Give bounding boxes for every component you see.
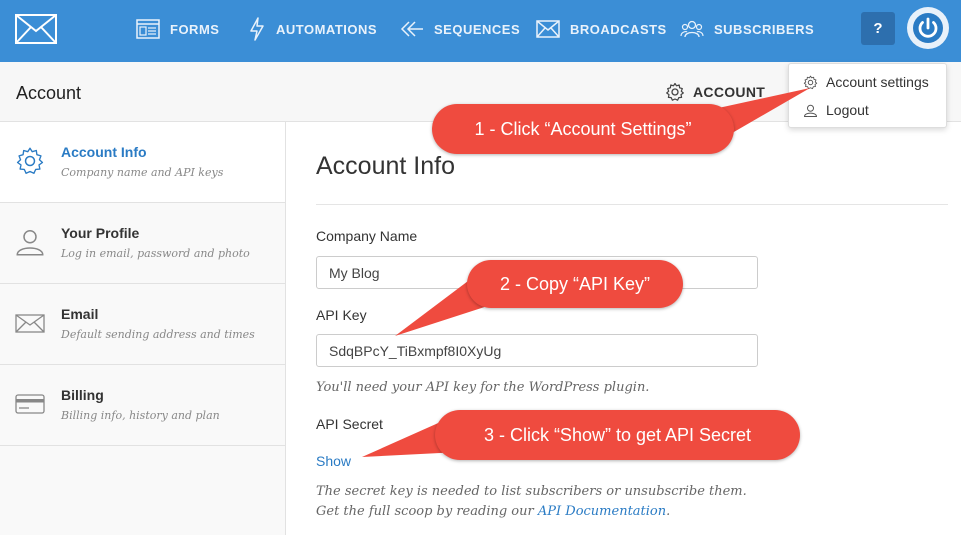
envelope-icon: [15, 314, 45, 333]
title-divider: [316, 204, 948, 205]
nav-label: SUBSCRIBERS: [714, 21, 815, 37]
secret-hint-prefix: Get the full scoop by reading our: [316, 504, 534, 519]
sidebar: Account Info Company name and API keys Y…: [0, 122, 286, 535]
nav-item-subscribers[interactable]: SUBSCRIBERS: [680, 0, 814, 58]
dropdown-item-logout[interactable]: Logout: [803, 102, 869, 118]
nav-label: AUTOMATIONS: [276, 21, 378, 37]
page-title: Account Info: [316, 152, 455, 180]
sidebar-item-your-profile[interactable]: Your Profile Log in email, password and …: [0, 203, 285, 284]
account-menu-label: ACCOUNT: [693, 84, 766, 100]
sidebar-item-desc: Log in email, password and photo: [61, 247, 250, 260]
gear-icon: [16, 147, 44, 174]
power-icon: [913, 13, 943, 43]
show-secret-link[interactable]: Show: [316, 453, 351, 469]
sidebar-item-label: Billing: [61, 387, 104, 403]
credit-card-icon: [15, 394, 45, 414]
page-section-title: Account: [16, 83, 82, 103]
nav-item-forms[interactable]: FORMS: [136, 0, 219, 58]
secret-hint-suffix: .: [666, 504, 671, 519]
gear-icon: [666, 82, 684, 101]
sidebar-item-desc: Default sending address and times: [61, 328, 255, 341]
account-dropdown: Account settings Logout: [788, 63, 947, 128]
envelope-icon: [536, 20, 560, 38]
envelope-logo-icon[interactable]: [15, 14, 57, 44]
callout-step-three: 3 - Click “Show” to get API Secret: [435, 410, 800, 460]
nav-item-broadcasts[interactable]: BROADCASTS: [536, 0, 667, 58]
sidebar-item-billing[interactable]: Billing Billing info, history and plan: [0, 365, 285, 446]
api-documentation-link[interactable]: API Documentation: [538, 504, 666, 519]
avatar[interactable]: [907, 7, 949, 49]
api-key-input[interactable]: [316, 334, 758, 367]
callout-step-two: 2 - Copy “API Key”: [467, 260, 683, 308]
sequences-icon: [400, 21, 423, 37]
dropdown-item-account-settings[interactable]: Account settings: [803, 74, 929, 90]
callout-step-one: 1 - Click “Account Settings”: [432, 104, 734, 154]
nav-label: BROADCASTS: [570, 21, 667, 37]
user-icon: [804, 104, 817, 117]
nav-label: SEQUENCES: [434, 21, 521, 37]
sidebar-item-account-info[interactable]: Account Info Company name and API keys: [0, 122, 285, 203]
sidebar-item-desc: Company name and API keys: [61, 166, 224, 179]
sidebar-item-email[interactable]: Email Default sending address and times: [0, 284, 285, 365]
main-content: Account Info Company Name API Key You'll…: [287, 122, 961, 535]
nav-item-sequences[interactable]: SEQUENCES: [400, 0, 520, 58]
sidebar-item-label: Your Profile: [61, 225, 140, 241]
api-key-label: API Key: [316, 307, 367, 323]
nav-label: FORMS: [170, 21, 220, 37]
top-nav: FORMS AUTOMATIONS SEQUENCES BROADCASTS S…: [0, 0, 961, 62]
api-secret-label: API Secret: [316, 416, 383, 432]
forms-icon: [136, 19, 160, 39]
sidebar-item-label: Account Info: [61, 144, 147, 160]
nav-item-automations[interactable]: AUTOMATIONS: [248, 0, 377, 58]
help-button[interactable]: ?: [861, 12, 895, 45]
dropdown-label: Account settings: [826, 74, 929, 90]
secret-hint-line1: The secret key is needed to list subscri…: [316, 484, 747, 499]
user-icon: [16, 230, 44, 256]
dropdown-label: Logout: [826, 102, 869, 118]
secret-hint-line2: Get the full scoop by reading our API Do…: [316, 504, 670, 519]
people-icon: [680, 20, 704, 38]
company-name-label: Company Name: [316, 228, 418, 244]
gear-icon: [803, 75, 818, 89]
sidebar-item-label: Email: [61, 306, 99, 322]
lightning-icon: [250, 17, 264, 41]
api-key-hint: You'll need your API key for the WordPre…: [316, 380, 650, 395]
account-menu-button[interactable]: ACCOUNT: [665, 82, 765, 102]
sidebar-item-desc: Billing info, history and plan: [61, 409, 220, 422]
